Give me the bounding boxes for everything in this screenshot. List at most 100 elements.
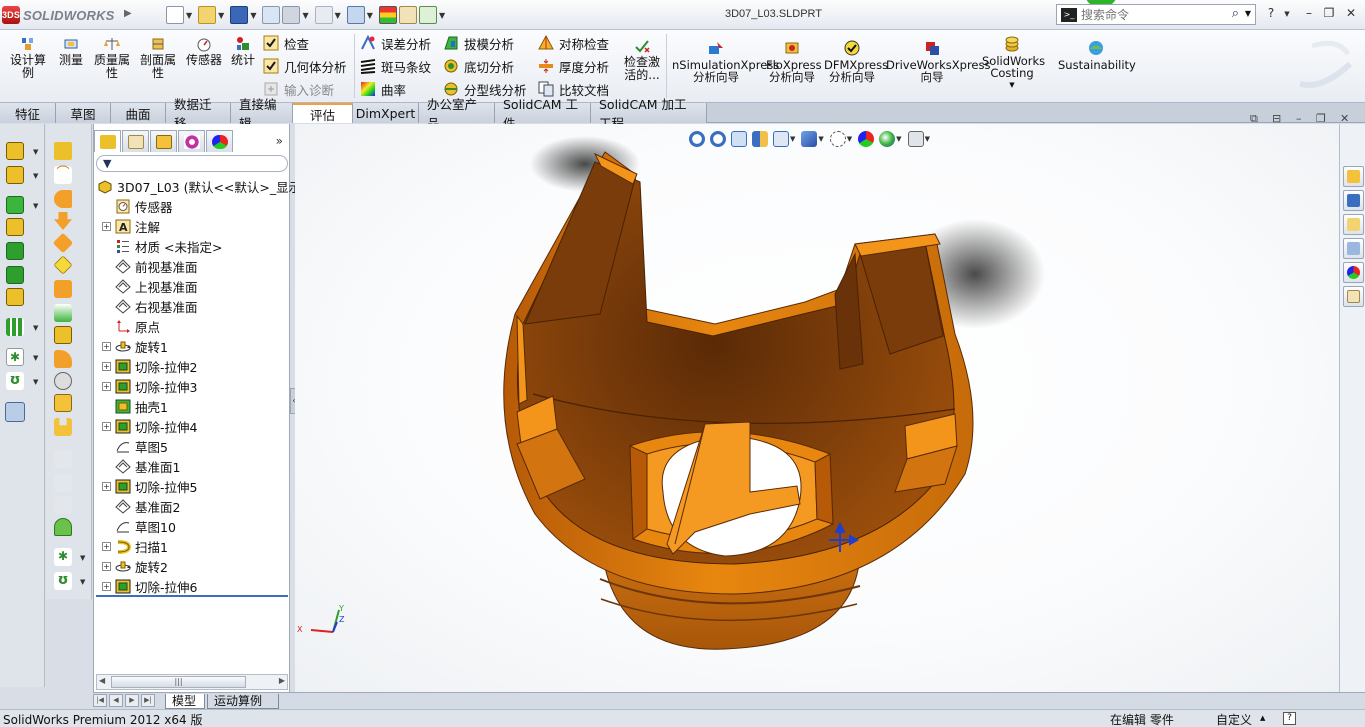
dome-icon[interactable]	[52, 232, 74, 254]
split-icon[interactable]	[54, 280, 72, 298]
symmetry-check-button[interactable]: 对称检查	[538, 34, 609, 52]
tree-node[interactable]: 材质 <未指定>	[102, 236, 222, 256]
deform-icon[interactable]	[54, 304, 72, 322]
combine-icon[interactable]	[54, 326, 72, 344]
tile-icon[interactable]: ⧉	[1250, 112, 1258, 126]
reference-geometry-icon[interactable]: ✱	[54, 548, 72, 566]
tree-node[interactable]: + 旋转2	[102, 556, 168, 576]
scroll-thumb[interactable]: |||	[111, 676, 246, 688]
tree-node[interactable]: 草图5	[102, 436, 168, 456]
dfmxpress-button[interactable]: DFMXpress 分析向导	[824, 40, 888, 83]
design-study-button[interactable]: 设计算例	[6, 36, 50, 80]
expand-plus-icon[interactable]: +	[102, 341, 111, 351]
core-icon[interactable]	[54, 418, 72, 436]
tab-solidcam-operations[interactable]: SolidCAM 加工工程	[591, 97, 707, 131]
undo-dropdown-icon[interactable]: ▼	[335, 11, 341, 20]
scroll-left-icon[interactable]: ◀	[99, 676, 105, 685]
select-arrow-icon[interactable]	[346, 6, 365, 24]
dropdown-icon[interactable]: ▼	[33, 324, 38, 332]
design-library-tab[interactable]	[1343, 190, 1364, 211]
dropdown-icon[interactable]: ▼	[33, 172, 38, 180]
file-explorer-tab[interactable]	[1343, 214, 1364, 235]
first-tab-icon[interactable]: |◀	[93, 694, 107, 707]
tab-configurationmanager[interactable]	[150, 130, 177, 152]
tree-root[interactable]: 3D07_L03 (默认<<默认>_显示	[96, 176, 301, 196]
reference-geometry-icon[interactable]: ✱	[6, 348, 24, 366]
section-properties-button[interactable]: 剖面属性	[138, 36, 178, 80]
deviation-analysis-button[interactable]: 误差分析	[360, 34, 431, 52]
scroll-right-icon[interactable]: ▶	[279, 676, 285, 685]
open-dropdown-icon[interactable]: ▼	[218, 11, 224, 20]
floxpress-button[interactable]: FloXpress 分析向导	[766, 40, 822, 83]
status-help-icon[interactable]: ?	[1283, 712, 1296, 725]
extruded-boss-icon[interactable]	[6, 142, 24, 160]
tab-motion-study-1[interactable]: 运动算例 1	[207, 694, 279, 722]
tree-node[interactable]: + 扫描1	[102, 536, 168, 556]
dropdown-icon[interactable]: ▼	[80, 578, 85, 586]
dropdown-icon[interactable]: ▼	[33, 202, 38, 210]
file-properties-icon[interactable]	[398, 6, 417, 24]
tree-node[interactable]: 传感器	[102, 196, 173, 216]
tab-data-migration[interactable]: 数据迁移	[166, 97, 231, 131]
save-icon[interactable]	[230, 6, 249, 24]
search-box[interactable]: >_ ⌕ ▼	[1056, 4, 1256, 25]
tab-solidcam-stock[interactable]: SolidCAM 工件	[495, 97, 591, 131]
tab-surfaces[interactable]: 曲面	[111, 103, 166, 123]
solidworks-logo[interactable]: 3DS SOLIDWORKS	[2, 4, 118, 26]
revolved-boss-icon[interactable]	[6, 166, 24, 184]
dropdown-icon[interactable]: ▼	[33, 354, 38, 362]
fillet-icon[interactable]	[6, 288, 24, 306]
tree-node[interactable]: 原点	[102, 316, 160, 336]
costing-dropdown-icon[interactable]: ▼	[982, 79, 1042, 91]
curvature-button[interactable]: 曲率	[360, 80, 406, 98]
curves-icon[interactable]: ʊ	[6, 372, 24, 390]
print-dropdown-icon[interactable]: ▼	[302, 11, 308, 20]
dropdown-icon[interactable]: ▼	[80, 554, 85, 562]
costing-button[interactable]: SolidWorks Costing ▼	[982, 36, 1045, 91]
expand-plus-icon[interactable]: +	[102, 361, 111, 371]
tree-node[interactable]: 基准面2	[102, 496, 180, 516]
tree-node[interactable]: + 切除-拉伸2	[102, 356, 197, 376]
mass-properties-button[interactable]: 质量属性	[92, 36, 132, 80]
tab-sketch[interactable]: 草图	[56, 103, 111, 123]
minimize-icon[interactable]: –	[1300, 6, 1318, 22]
dropdown-icon[interactable]: ▼	[33, 378, 38, 386]
tab-evaluate[interactable]: 评估	[293, 103, 353, 123]
tree-node[interactable]: + 切除-拉伸6	[102, 576, 197, 596]
sweep-cut-icon[interactable]	[54, 190, 72, 208]
expand-plus-icon[interactable]: +	[102, 581, 111, 591]
tab-displaymanager[interactable]	[206, 130, 233, 152]
shape-icon[interactable]	[53, 255, 73, 275]
restore-icon[interactable]: ❐	[1320, 6, 1338, 22]
simulationxpress-button[interactable]: nSimulationXpress 分析向导	[672, 40, 779, 83]
last-tab-icon[interactable]: ▶|	[141, 694, 155, 707]
undo-icon[interactable]	[314, 6, 333, 24]
boundary-boss-icon[interactable]	[6, 242, 24, 260]
lofted-boss-icon[interactable]	[6, 218, 24, 236]
save-dropdown-icon[interactable]: ▼	[250, 11, 256, 20]
cut-extrude-icon[interactable]	[6, 266, 24, 284]
options-icon[interactable]	[418, 6, 437, 24]
expand-plus-icon[interactable]: +	[102, 221, 111, 231]
expand-plus-icon[interactable]: +	[102, 561, 111, 571]
tree-node[interactable]: 草图10	[102, 516, 176, 536]
doc-restore-icon[interactable]: ❐	[1316, 112, 1326, 125]
tree-node[interactable]: + 切除-拉伸5	[102, 476, 197, 496]
view-palette-tab[interactable]	[1343, 238, 1364, 259]
tab-propertymanager[interactable]	[122, 130, 149, 152]
draft-analysis-button[interactable]: 拔模分析	[443, 34, 514, 52]
tree-node[interactable]: + 切除-拉伸4	[102, 416, 197, 436]
tree-node[interactable]: + 切除-拉伸3	[102, 376, 197, 396]
tree-horizontal-scrollbar[interactable]: ◀ ||| ▶	[96, 674, 288, 690]
undercut-analysis-button[interactable]: 底切分析	[443, 57, 514, 75]
tab-dimxpertmanager[interactable]	[178, 130, 205, 152]
graphics-area[interactable]: ▼ ▼ ▼ ▼ ▼ Y X Z	[295, 124, 1339, 692]
tab-direct-editing[interactable]: 直接编辑	[231, 97, 293, 131]
tab-dimxpert[interactable]: DimXpert	[353, 103, 419, 123]
search-input[interactable]	[1081, 7, 1221, 22]
doc-minimize-icon[interactable]: –	[1296, 112, 1302, 125]
help-dropdown-icon[interactable]: ▼	[1278, 10, 1296, 26]
open-folder-icon[interactable]	[198, 6, 217, 24]
expand-plus-icon[interactable]: +	[102, 541, 111, 551]
cascade-icon[interactable]: ⊟	[1272, 112, 1281, 125]
